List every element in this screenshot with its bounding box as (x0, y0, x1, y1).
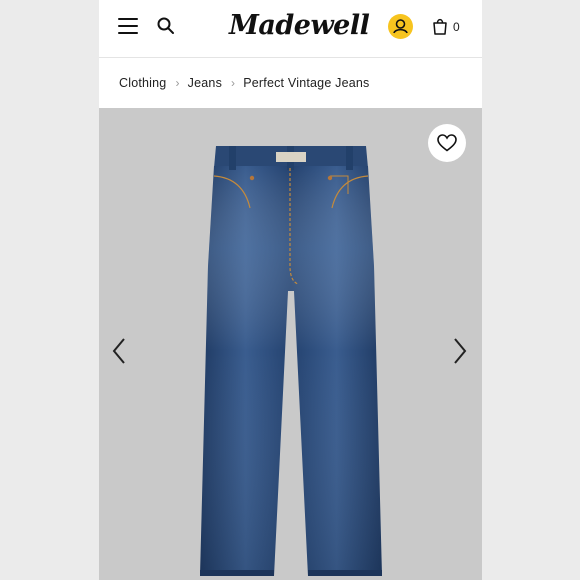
breadcrumb: Clothing › Jeans › Perfect Vintage Jeans (99, 58, 482, 108)
chevron-right-icon[interactable] (452, 337, 468, 365)
product-page: Madewell 0 Clothing › Jeans › Perfect Vi… (99, 0, 482, 580)
search-icon[interactable] (156, 16, 176, 36)
shopping-bag-icon[interactable] (431, 17, 449, 35)
right-backdrop (482, 0, 580, 580)
chevron-right-icon: › (231, 76, 236, 90)
hamburger-menu-icon[interactable] (118, 17, 140, 35)
user-icon[interactable] (388, 14, 413, 39)
brand-logo[interactable]: Madewell (229, 8, 370, 44)
breadcrumb-item-jeans[interactable]: Jeans (188, 76, 222, 90)
heart-icon[interactable] (428, 124, 466, 162)
chevron-right-icon: › (175, 76, 180, 90)
left-backdrop (0, 0, 99, 580)
breadcrumb-item-current[interactable]: Perfect Vintage Jeans (243, 76, 369, 90)
product-photo (200, 146, 382, 576)
chevron-left-icon[interactable] (111, 337, 127, 365)
bag-count: 0 (453, 20, 460, 34)
site-header: Madewell 0 (99, 0, 482, 58)
product-image-gallery[interactable] (99, 108, 482, 580)
breadcrumb-item-clothing[interactable]: Clothing (119, 76, 166, 90)
